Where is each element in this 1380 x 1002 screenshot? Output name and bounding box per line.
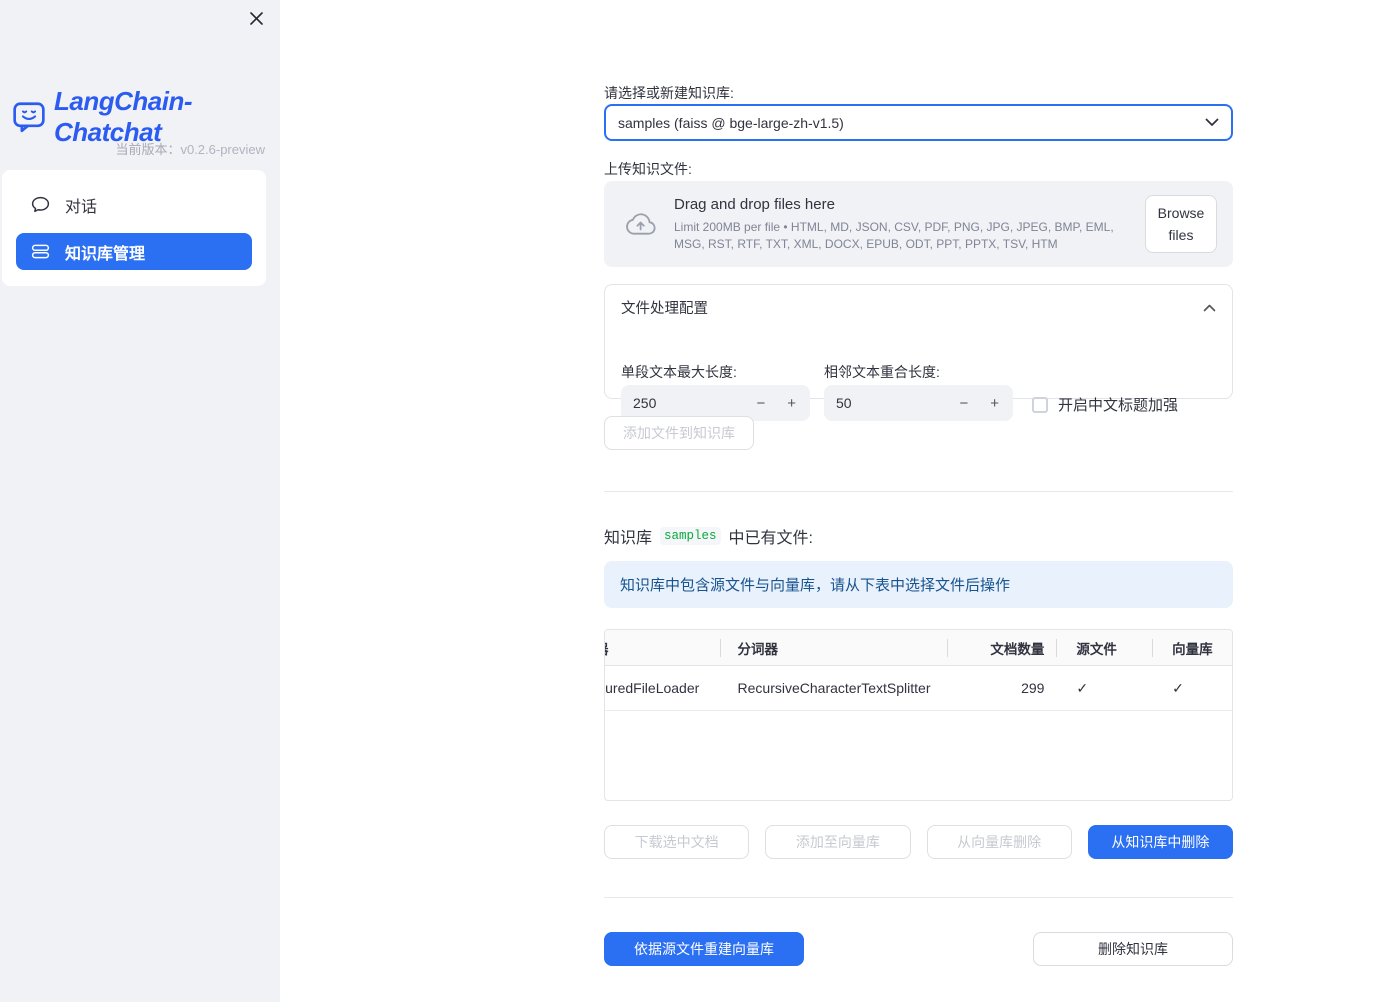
column-header-loader[interactable]: 文档加载器 <box>605 630 720 665</box>
cell-doc-count: 299 <box>1021 680 1045 696</box>
chevron-up-icon <box>1203 304 1216 312</box>
minus-button[interactable]: − <box>957 395 970 412</box>
delete-from-kb-button[interactable]: 从知识库中删除 <box>1087 825 1233 859</box>
chunk-size-value: 250 <box>633 395 657 411</box>
kb-name-code: samples <box>660 527 721 545</box>
file-dropzone[interactable]: Drag and drop files here Limit 200MB per… <box>604 181 1233 267</box>
sidebar-item-label: 知识库管理 <box>65 245 146 263</box>
kb-select-label: 请选择或新建知识库: <box>604 85 734 101</box>
overlap-label: 相邻文本重合长度: <box>824 364 940 380</box>
sidebar-close-button[interactable] <box>246 8 266 28</box>
row-actions: 下载选中文档 添加至向量库 从向量库删除 从知识库中删除 <box>604 825 1233 859</box>
checkbox-unchecked-icon[interactable] <box>1032 396 1048 413</box>
check-icon: ✓ <box>1076 679 1089 696</box>
dropzone-title: Drag and drop files here <box>674 196 835 214</box>
table-row[interactable]: UnstructuredFileLoader RecursiveCharacte… <box>605 666 1232 711</box>
overlap-value: 50 <box>836 395 852 411</box>
rebuild-vector-store-button[interactable]: 依据源文件重建向量库 <box>604 932 804 966</box>
kb-files-heading-prefix: 知识库 <box>604 530 653 547</box>
check-icon: ✓ <box>1172 679 1184 696</box>
close-icon <box>249 11 264 26</box>
minus-button[interactable]: − <box>754 395 767 412</box>
sidebar: LangChain-Chatchat 当前版本：v0.2.6-preview 对… <box>0 0 280 1002</box>
sidebar-menu: 对话 知识库管理 <box>2 170 266 286</box>
info-banner-text: 知识库中包含源文件与向量库，请从下表中选择文件后操作 <box>620 577 1011 594</box>
chunk-size-label: 单段文本最大长度: <box>621 364 737 380</box>
table-header-row: 文档加载器 分词器 文档数量 源文件 向量库 <box>605 630 1232 666</box>
cell-loader: UnstructuredFileLoader <box>605 680 700 696</box>
expander-title: 文件处理配置 <box>621 301 708 317</box>
column-header-splitter[interactable]: 分词器 <box>719 630 947 665</box>
chat-smiley-logo-icon <box>12 101 46 133</box>
sidebar-item-dialogue[interactable]: 对话 <box>16 186 252 223</box>
stepper: − + <box>957 395 1001 412</box>
column-header-vector-store[interactable]: 向量库 <box>1152 630 1232 665</box>
chevron-down-icon <box>1205 118 1219 127</box>
divider <box>604 491 1233 492</box>
sidebar-item-label: 对话 <box>65 198 98 216</box>
divider <box>604 897 1233 898</box>
column-header-doc-count[interactable]: 文档数量 <box>946 630 1057 665</box>
kb-files-heading: 知识库 samples 中已有文件: <box>604 524 813 548</box>
overlap-input[interactable]: 50 − + <box>824 385 1013 421</box>
stepper: − + <box>754 395 798 412</box>
add-files-to-kb-button[interactable]: 添加文件到知识库 <box>604 416 754 450</box>
dropzone-hint: Limit 200MB per file • HTML, MD, JSON, C… <box>674 220 1114 251</box>
app-root: LangChain-Chatchat 当前版本：v0.2.6-preview 对… <box>0 0 1380 1002</box>
plus-button[interactable]: + <box>785 395 798 412</box>
version-label: 当前版本： <box>115 142 181 157</box>
kb-select-value: samples (faiss @ bge-large-zh-v1.5) <box>618 114 844 131</box>
zh-title-checkbox-label: 开启中文标题加强 <box>1058 397 1179 414</box>
info-banner: 知识库中包含源文件与向量库，请从下表中选择文件后操作 <box>604 561 1233 608</box>
delete-from-vector-store-button[interactable]: 从向量库删除 <box>926 825 1072 859</box>
upload-label: 上传知识文件: <box>604 161 692 177</box>
plus-button[interactable]: + <box>988 395 1001 412</box>
cell-splitter: RecursiveCharacterTextSplitter <box>737 680 931 696</box>
kb-files-table[interactable]: 文档加载器 分词器 文档数量 源文件 向量库 UnstructuredFileL… <box>604 629 1233 801</box>
kb-actions: 依据源文件重建向量库 删除知识库 <box>604 932 1233 966</box>
download-selected-docs-button[interactable]: 下载选中文档 <box>604 825 750 859</box>
kb-select[interactable]: samples (faiss @ bge-large-zh-v1.5) <box>604 104 1233 141</box>
knowledge-base-icon <box>30 241 51 262</box>
delete-kb-button[interactable]: 删除知识库 <box>1033 932 1233 966</box>
chat-bubble-icon <box>30 194 51 215</box>
column-header-source-file[interactable]: 源文件 <box>1056 630 1152 665</box>
cloud-upload-icon <box>620 209 658 239</box>
file-config-expander: 文件处理配置 单段文本最大长度: 相邻文本重合长度: 250 − + 50 − … <box>604 284 1233 421</box>
add-to-vector-store-button[interactable]: 添加至向量库 <box>765 825 911 859</box>
kb-files-heading-suffix: 中已有文件: <box>728 530 813 547</box>
expander-body: 单段文本最大长度: 相邻文本重合长度: 250 − + 50 − + 开启中文标… <box>605 318 1232 421</box>
sidebar-item-knowledge-base[interactable]: 知识库管理 <box>16 233 252 270</box>
dropzone-texts: Drag and drop files here Limit 200MB per… <box>674 196 1129 251</box>
version-info: 当前版本：v0.2.6-preview <box>115 139 265 158</box>
version-value: v0.2.6-preview <box>180 142 265 157</box>
zh-title-checkbox-row[interactable]: 开启中文标题加强 <box>1032 394 1178 415</box>
browse-files-button[interactable]: Browse files <box>1145 194 1217 254</box>
expander-header[interactable]: 文件处理配置 <box>605 285 1232 318</box>
